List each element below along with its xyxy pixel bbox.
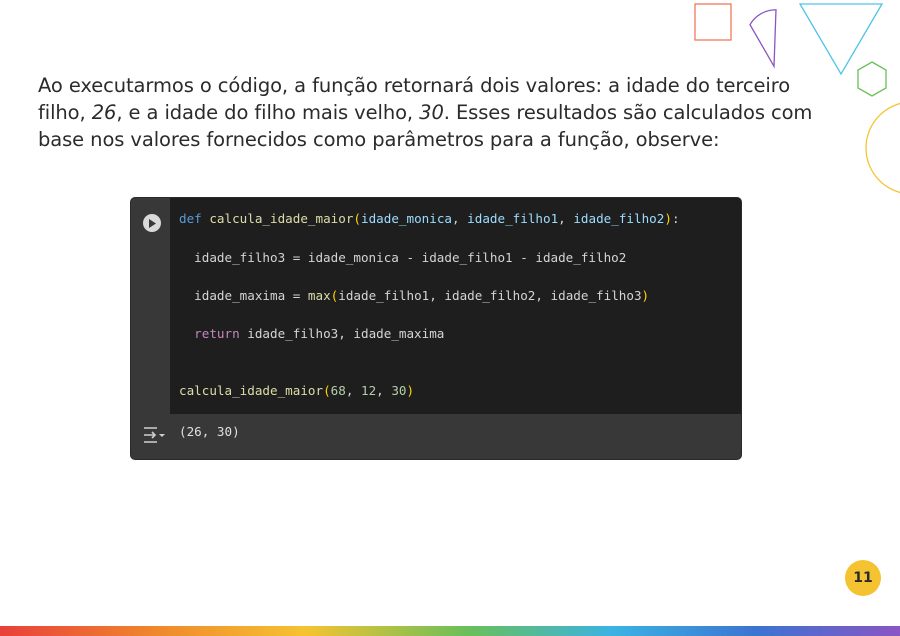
code-editor[interactable]: def calcula_idade_maior(idade_monica, id… <box>170 198 741 414</box>
code-line-2: idade_filho3 = idade_monica - idade_filh… <box>179 250 627 265</box>
keyword-def: def <box>179 211 202 226</box>
cell-gutter <box>131 198 170 414</box>
number: 68 <box>330 383 346 398</box>
output-text: (26, 30) <box>179 424 240 439</box>
value-oldest-son: 30 <box>419 101 444 124</box>
separator: , <box>345 383 361 398</box>
paren-close: ) <box>406 383 415 398</box>
function-name: calcula_idade_maior <box>209 211 354 226</box>
param: idade_filho2 <box>573 211 665 226</box>
paren-close: ) <box>664 211 672 226</box>
code-line-5: calcula_idade_maior(68, 12, 30) <box>179 383 414 398</box>
keyword-return: return <box>194 326 240 341</box>
colon: : <box>671 211 680 226</box>
paren-close: ) <box>641 288 650 303</box>
output-toggle-icon[interactable] <box>142 426 166 444</box>
run-cell-icon[interactable] <box>143 214 161 232</box>
param: idade_monica <box>361 211 452 226</box>
decor-semicircle <box>749 9 777 69</box>
value-third-son: 26 <box>91 101 117 124</box>
paren-open: ( <box>353 211 361 226</box>
code-block: def calcula_idade_maior(idade_monica, id… <box>179 211 680 398</box>
separator: , <box>452 211 468 226</box>
decor-hexagon <box>857 61 887 97</box>
code-cell: def calcula_idade_maior(idade_monica, id… <box>131 198 741 459</box>
code-line-4: return idade_filho3, idade_maxima <box>179 326 444 341</box>
rainbow-footer-bar <box>0 626 900 636</box>
assignment: idade_maxima = <box>179 288 308 303</box>
code-line-1: def calcula_idade_maior(idade_monica, id… <box>179 211 680 226</box>
cell-output: (26, 30) <box>131 414 741 459</box>
number: 12 <box>361 383 377 398</box>
builtin-max: max <box>307 288 331 303</box>
code-line-3: idade_maxima = max(idade_filho1, idade_f… <box>179 288 649 303</box>
page-number-badge: 11 <box>845 560 881 596</box>
param: idade_filho1 <box>467 211 559 226</box>
paragraph-text: , e a idade do filho mais velho, <box>116 101 420 124</box>
separator: , <box>558 211 574 226</box>
function-call: calcula_idade_maior <box>179 383 324 398</box>
explanation-paragraph: Ao executarmos o código, a função retorn… <box>38 72 828 153</box>
separator: , <box>376 383 392 398</box>
decor-square <box>694 3 732 41</box>
decor-circle <box>865 102 900 194</box>
number: 30 <box>391 383 407 398</box>
return-values: idade_filho3, idade_maxima <box>239 326 445 341</box>
paren-open: ( <box>323 383 331 398</box>
args: idade_filho1, idade_filho2, idade_filho3 <box>338 288 642 303</box>
